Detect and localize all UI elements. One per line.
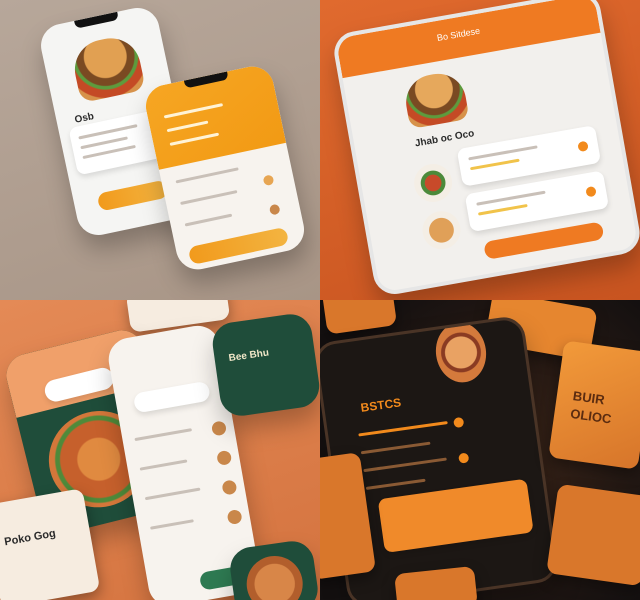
burger-image — [401, 69, 470, 130]
dish-image — [243, 552, 307, 600]
phone-white-large: Bo Sitdese Jhab oc Oco — [330, 0, 640, 298]
phone-green-title: Bee Bhu — [209, 311, 320, 419]
search-pill[interactable] — [132, 380, 212, 414]
sign-line-1: BUIR — [572, 388, 606, 408]
dish-icon — [221, 479, 238, 496]
phone-notch — [74, 11, 119, 29]
order-panel[interactable] — [377, 478, 534, 553]
sign-card: BUIR OLIOC — [548, 340, 640, 470]
checkout-button[interactable] — [483, 221, 605, 260]
add-icon[interactable] — [577, 140, 589, 153]
menu-title: BSTCS — [359, 395, 402, 415]
food-app-mockup-white-orange: Osb — [0, 0, 320, 300]
green-title: Bee Bhu — [227, 347, 270, 365]
dish-image — [419, 208, 464, 253]
select-icon[interactable] — [458, 452, 470, 464]
dish-image — [411, 160, 456, 205]
dish-icon — [210, 420, 228, 437]
food-app-mockup-green-orange: Bee Bhu Poko Gog — [0, 300, 320, 600]
dish-icon — [226, 508, 243, 526]
burger-image — [69, 32, 146, 104]
dish-icon — [262, 174, 275, 187]
menu-title: Jhab oc Oco — [414, 128, 476, 150]
card-title: Poko Gog — [3, 527, 57, 549]
image-collage: Osb Bo Sitdese Jhab oc Oco Bee Bhu Poko … — [0, 0, 640, 600]
phone-orange — [141, 62, 309, 274]
order-button[interactable] — [96, 179, 169, 212]
food-image — [432, 319, 490, 386]
select-icon[interactable] — [453, 416, 465, 429]
checkout-button[interactable] — [187, 226, 290, 266]
food-app-mockup-dark: BSTCS BUIR OLIOC — [320, 300, 640, 600]
sign-line-2: OLIOC — [569, 405, 613, 427]
food-app-mockup-orange-background: Bo Sitdese Jhab oc Oco — [320, 0, 640, 300]
floating-card: Poko Gog — [0, 488, 101, 600]
dish-icon — [268, 203, 281, 216]
floating-card — [320, 300, 398, 335]
floating-card — [546, 483, 640, 587]
add-icon[interactable] — [585, 185, 597, 198]
dish-icon — [216, 449, 233, 467]
